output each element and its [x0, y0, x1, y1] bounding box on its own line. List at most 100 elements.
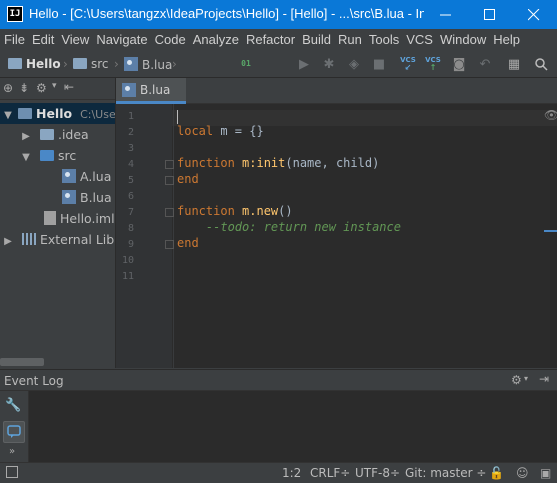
chat-bubble-icon — [7, 425, 21, 438]
tree-item-external-libraries[interactable]: ▶ External Libraries — [0, 229, 115, 250]
folder-icon — [39, 129, 54, 140]
lua-file-icon — [62, 169, 76, 183]
eye-icon[interactable]: 👁 — [544, 108, 557, 122]
chevron-right-icon[interactable]: ▶ — [2, 231, 14, 252]
menu-build[interactable]: Build — [302, 32, 331, 47]
line-number: 9 — [127, 239, 134, 250]
tab-b-lua[interactable]: B.lua — [116, 78, 186, 104]
error-stripe-marker[interactable] — [544, 230, 557, 232]
chevron-down-icon[interactable]: ▾ — [524, 374, 528, 383]
code-editor[interactable]: 1 2 3 4 5 6 7 8 9 10 11 local m = {} fun… — [116, 104, 557, 368]
chevron-right-icon: › — [114, 57, 119, 71]
event-log-content[interactable] — [29, 391, 557, 462]
chevron-right-icon: › — [63, 57, 68, 71]
line-number: 8 — [127, 223, 134, 234]
menu-edit[interactable]: Edit — [32, 32, 54, 47]
search-icon-glyph — [534, 57, 548, 71]
lua-file-icon — [122, 82, 136, 97]
vcs-commit-icon[interactable]: VCS ↑ — [425, 56, 441, 72]
project-structure-icon[interactable]: ▦ — [506, 56, 522, 72]
build-icon[interactable]: 01 — [238, 56, 254, 72]
fold-marker-icon[interactable] — [165, 208, 174, 217]
intellij-idea-icon: IJ — [7, 6, 23, 22]
tree-item-hello-iml[interactable]: Hello.iml — [0, 208, 115, 229]
run-icon[interactable]: ▶ — [296, 56, 312, 72]
coverage-icon[interactable]: ◈ — [346, 56, 362, 72]
menu-navigate[interactable]: Navigate — [96, 32, 147, 47]
menu-code[interactable]: Code — [155, 32, 186, 47]
navigation-bar: Hello › src › B.lua › 01 ▼ ▶ ✱ ◈ ■ VCS↙ … — [0, 50, 557, 123]
lock-icon[interactable]: 🔓 — [489, 466, 504, 480]
stop-icon[interactable]: ■ — [371, 56, 387, 72]
maximize-icon — [484, 8, 495, 20]
chevron-right-icon[interactable]: ▶ — [20, 126, 32, 147]
breadcrumb-project[interactable]: Hello — [8, 57, 61, 71]
collapse-all-icon[interactable]: ⇟ — [19, 81, 29, 95]
menu-view[interactable]: View — [61, 32, 89, 47]
tree-item-idea[interactable]: ▶ .idea — [0, 124, 115, 145]
maximize-button[interactable] — [468, 0, 512, 29]
tree-item-a-lua[interactable]: A.lua — [0, 166, 115, 187]
revert-icon[interactable]: ↶ — [477, 56, 493, 72]
chevron-down-icon[interactable]: ▼ — [20, 147, 32, 168]
project-folder-icon — [17, 108, 32, 119]
search-icon[interactable] — [533, 56, 549, 72]
hide-panel-icon[interactable]: ⇤ — [64, 80, 74, 94]
hide-panel-icon[interactable]: ⇥ — [539, 372, 549, 386]
caret-position[interactable]: 1:2 — [282, 466, 301, 480]
menu-analyze[interactable]: Analyze — [193, 32, 239, 47]
event-notification-icon[interactable]: ▣ — [540, 466, 551, 480]
menu-refactor[interactable]: Refactor — [246, 32, 295, 47]
close-button[interactable] — [512, 0, 556, 29]
chevron-down-icon[interactable]: ▼ — [2, 105, 14, 126]
gear-icon[interactable]: ⚙ — [511, 373, 522, 387]
code-line-4: function m:init(name, child) — [177, 156, 380, 170]
text-cursor — [177, 110, 178, 124]
menu-bar: File Edit View Navigate Code Analyze Ref… — [0, 29, 557, 50]
code-line-8: --todo: return new instance — [177, 220, 401, 234]
line-number: 6 — [127, 191, 134, 202]
menu-run[interactable]: Run — [338, 32, 362, 47]
breadcrumb-folder[interactable]: src — [73, 57, 109, 71]
fold-marker-icon[interactable] — [165, 240, 174, 249]
tree-item-src[interactable]: ▼ src — [0, 145, 115, 166]
menu-vcs[interactable]: VCS — [406, 32, 433, 47]
line-number: 3 — [127, 143, 134, 154]
toggle-tool-windows-icon[interactable] — [6, 466, 18, 478]
code-line-5: end — [177, 172, 199, 186]
minimize-icon — [440, 14, 451, 15]
scroll-from-source-icon[interactable]: ⊕ — [3, 81, 13, 95]
gear-icon[interactable]: ⚙ — [36, 81, 47, 95]
folder-icon — [73, 58, 87, 69]
menu-tools[interactable]: Tools — [369, 32, 399, 47]
fold-marker-icon[interactable] — [165, 160, 174, 169]
menu-help[interactable]: Help — [493, 32, 520, 47]
lua-file-icon — [124, 57, 138, 71]
fold-marker-icon[interactable] — [165, 176, 174, 185]
chat-bubble-button[interactable] — [3, 421, 25, 443]
history-icon[interactable]: ◙ — [451, 56, 467, 72]
source-folder-icon — [39, 150, 54, 161]
settings-wrench-icon[interactable]: 🔧 — [5, 398, 21, 413]
minimize-button[interactable] — [424, 0, 468, 29]
expand-more-icon[interactable]: » — [9, 446, 15, 457]
project-panel-toolbar: ⊕ ⇟ ⚙ ▾ ⇤ — [0, 78, 115, 100]
tree-item-project-hello[interactable]: ▼ Hello C:\Users\tangzx\IdeaProjects\Hel… — [0, 103, 115, 124]
chevron-down-icon[interactable]: ▾ — [52, 81, 57, 91]
encoding-selector[interactable]: UTF-8÷ — [355, 466, 400, 480]
menu-file[interactable]: File — [4, 32, 25, 47]
line-number: 2 — [127, 127, 134, 138]
module-file-icon — [44, 211, 56, 225]
close-icon — [528, 8, 540, 20]
vcs-update-icon[interactable]: VCS ↙ — [400, 56, 416, 72]
event-log-sidebar: 🔧 » — [0, 391, 29, 462]
horizontal-scrollbar[interactable] — [0, 358, 44, 366]
menu-window[interactable]: Window — [440, 32, 486, 47]
line-separator-selector[interactable]: CRLF÷ — [310, 466, 350, 480]
git-branch-selector[interactable]: Git: master ÷ — [405, 466, 486, 480]
debug-icon[interactable]: ✱ — [321, 56, 337, 72]
tree-item-b-lua[interactable]: B.lua — [0, 187, 115, 208]
event-log-title: Event Log — [4, 374, 64, 388]
inspector-icon[interactable]: ☺ — [516, 466, 529, 480]
breadcrumb-file[interactable]: B.lua — [124, 57, 172, 72]
